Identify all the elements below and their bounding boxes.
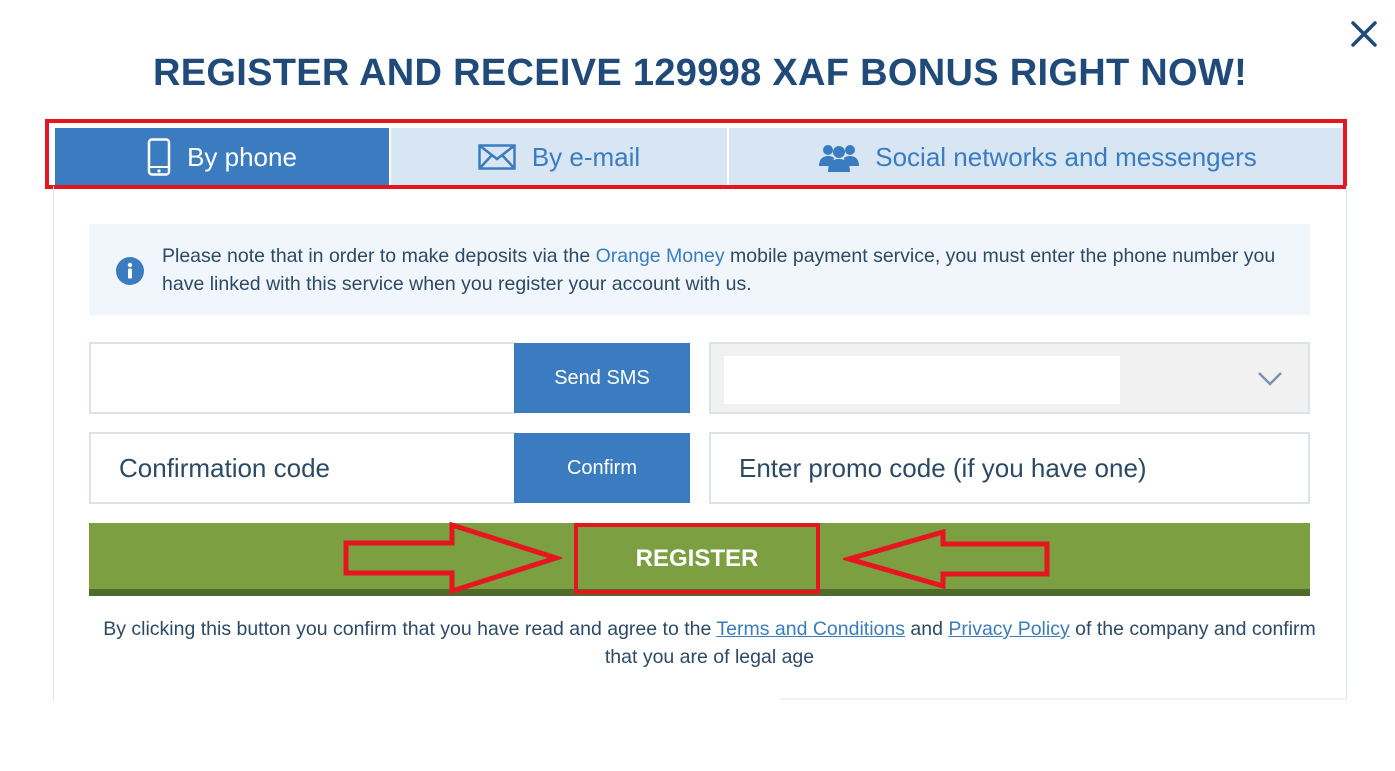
close-icon (1351, 21, 1377, 47)
divider (780, 698, 1347, 700)
arrow-left-annotation (843, 529, 1050, 589)
promo-code-input[interactable] (711, 434, 1308, 502)
register-button-label[interactable]: REGISTER (574, 523, 820, 594)
terms-notice: By clicking this button you confirm that… (89, 615, 1330, 671)
info-notice: Please note that in order to make deposi… (89, 224, 1310, 315)
currency-value (724, 356, 1120, 404)
currency-select[interactable] (709, 342, 1310, 414)
terms-link[interactable]: Terms and Conditions (716, 618, 905, 640)
privacy-link[interactable]: Privacy Policy (948, 618, 1069, 640)
terms-text-before: By clicking this button you confirm that… (103, 618, 717, 640)
modal-title: REGISTER AND RECEIVE 129998 XAF BONUS RI… (152, 52, 1248, 94)
orange-money-link[interactable]: Orange Money (596, 245, 725, 267)
confirm-button[interactable]: Confirm (514, 433, 690, 503)
tabs-highlight-outline (45, 119, 1347, 189)
info-icon (116, 257, 144, 285)
phone-input[interactable] (91, 344, 514, 412)
confirmation-code-field[interactable] (89, 432, 516, 504)
info-text-before: Please note that in order to make deposi… (162, 245, 596, 267)
chevron-down-icon (1258, 372, 1282, 386)
phone-field[interactable] (89, 342, 516, 414)
info-text: Please note that in order to make deposi… (162, 242, 1282, 298)
terms-text-mid: and (904, 618, 949, 640)
confirmation-code-input[interactable] (91, 434, 514, 502)
arrow-right-annotation (343, 521, 562, 595)
promo-code-field[interactable] (709, 432, 1310, 504)
send-sms-button[interactable]: Send SMS (514, 343, 690, 413)
close-button[interactable] (1346, 16, 1382, 52)
